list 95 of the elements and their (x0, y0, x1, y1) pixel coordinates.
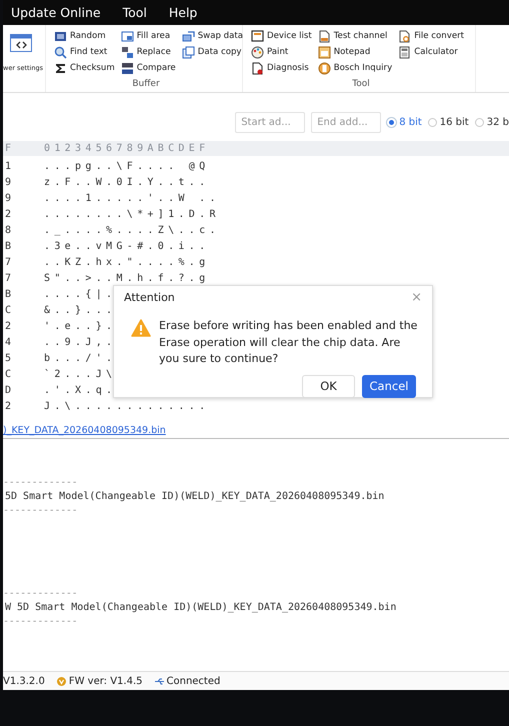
offset-cell-text: 9 (4, 176, 12, 188)
dialog-title: Attention (124, 291, 175, 304)
file-convert-icon (398, 30, 412, 42)
offset-cell-text: C (4, 304, 12, 316)
menu-item[interactable]: Tool (122, 5, 147, 20)
monitor-icon (251, 30, 264, 42)
offset-cell-text: B (4, 288, 12, 300)
ascii-cell: . . . . . . . . \ * + ] 1 . D . R (44, 208, 215, 220)
ascii-cell: . . 9 . J , . (44, 336, 112, 348)
group-label: Buffer (131, 79, 161, 89)
group-label: Tool (351, 79, 371, 89)
search-icon (54, 46, 67, 58)
ascii-cell: . . . . { | . (44, 288, 112, 300)
ascii-cell: . ' . X . q . (44, 384, 112, 396)
offset-cell-text: 1 (4, 160, 12, 172)
offset-cell-text: 8 (4, 224, 12, 236)
ok-button[interactable]: OK (302, 374, 355, 398)
usb-icon (154, 676, 164, 686)
compare-icon (120, 62, 134, 74)
ribbon-button[interactable]: Compare (136, 63, 176, 73)
ring-icon (318, 62, 331, 74)
document-icon (318, 30, 331, 42)
ribbon-button[interactable]: File convert (414, 31, 464, 41)
ascii-cell: J . \ . . . . . . . . . . . . . (44, 400, 204, 412)
ascii-cell: . _ . . . . % . . . . Z \ . . c . (44, 224, 215, 236)
file-tab[interactable]: )_KEY_DATA_20260408095349.bin (3, 425, 166, 438)
ascii-cell: b . . . / ' . (44, 352, 112, 364)
calculator-icon (398, 46, 412, 58)
cancel-button[interactable]: Cancel (362, 374, 416, 398)
ascii-cell: & . . } . . . (44, 304, 112, 316)
window-code-icon[interactable] (10, 34, 32, 52)
offset-cell-text: 2 (4, 400, 12, 412)
ascii-cell: z . F . . W . 0 I . Y . . t . . (44, 176, 204, 188)
ribbon-button[interactable]: Diagnosis (267, 63, 309, 73)
offset-cell-text: 5 (4, 352, 12, 364)
offset-cell-text: D (4, 384, 12, 396)
dash-line: ------------- (3, 616, 78, 627)
status-text: FW ver: V1.4.5 (68, 676, 142, 686)
replace-icon (120, 46, 134, 58)
radio-label[interactable]: 16 bit (440, 116, 469, 128)
offset-cell-text: 4 (4, 336, 12, 348)
ribbon-button[interactable]: Notepad (334, 47, 370, 57)
column-header: 0 1 2 3 4 5 6 7 8 9 A B C D E F (44, 143, 204, 154)
ascii-cell: . . . p g . . \ F . . . . @ Q (44, 160, 204, 172)
radio-label[interactable]: 32 b (486, 116, 509, 128)
dash-line: ------------- (3, 588, 78, 599)
offset-cell-text: 2 (4, 208, 12, 220)
radio-button[interactable] (428, 118, 437, 126)
menu-item[interactable]: Help (168, 5, 198, 20)
ribbon-button[interactable]: Bosch Inquiry (334, 63, 392, 73)
document-alert-icon (251, 62, 264, 74)
offset-cell-text: 7 (4, 272, 12, 284)
ribbon-button[interactable]: Fill area (136, 31, 170, 41)
radio-label[interactable]: 8 bit (399, 116, 422, 128)
sigma-icon (54, 62, 67, 74)
log-line: W 5D Smart Model(Changeable ID)(WELD)_KEY_DATA_20260408095349.bin (4, 602, 398, 613)
ribbon-button[interactable]: Random (70, 31, 106, 41)
status-text: Connected (166, 676, 220, 686)
ascii-cell: . 3 e . . v M G - # . 0 . i . . (44, 240, 204, 252)
badge-icon (56, 676, 66, 686)
ribbon-button[interactable]: Swap data (198, 31, 244, 41)
ribbon-button[interactable]: Checksum (70, 63, 115, 73)
copy-icon (182, 46, 195, 58)
palette-icon (251, 46, 264, 58)
notepad-icon (318, 46, 331, 58)
ascii-cell: . . K Z . h x . " . . . . % . g (44, 256, 204, 268)
offset-cell-text: 2 (4, 320, 12, 332)
offset-cell-text: C (4, 368, 12, 380)
dialog-message: Erase before writing has been enabled and the Erase operation will clear the chip data. Are you sure to continue? (159, 318, 418, 367)
menu-item[interactable]: Update Online (11, 5, 101, 20)
swap-icon (182, 30, 195, 42)
warning-icon (131, 319, 151, 337)
ribbon-button[interactable]: Paint (267, 47, 288, 57)
offset-cell-text: 9 (4, 192, 12, 204)
fill-area-icon (120, 30, 134, 42)
ascii-cell: S " . . > . . M . h . f . ? . g (44, 272, 204, 284)
ascii-cell: ` 2 . . . J \ (44, 368, 112, 380)
dash-line: ------------- (3, 477, 78, 488)
ribbon-button[interactable]: Test channel (334, 31, 388, 41)
status-text: V1.3.2.0 (3, 676, 45, 686)
log-line: 5D Smart Model(Changeable ID)(WELD)_KEY_DATA_20260408095349.bin (4, 491, 386, 502)
offset-cell-text: B (4, 240, 12, 252)
ascii-cell: . . . . 1 . . . . . ' . . W . . (44, 192, 215, 204)
radio-button[interactable] (474, 118, 484, 126)
ascii-cell: ' . e . . } . (44, 320, 112, 332)
address-field[interactable]: Start ad... (235, 112, 306, 132)
dash-line: ------------- (3, 505, 78, 516)
column-header: F (4, 143, 12, 154)
ribbon-button[interactable]: Find text (70, 47, 108, 57)
address-field[interactable]: End add... (311, 112, 382, 132)
ribbon-button[interactable]: Replace (136, 47, 171, 57)
offset-cell-text: 7 (4, 256, 12, 268)
ribbon-button[interactable]: Data copy (198, 47, 242, 57)
ribbon-button[interactable]: Calculator (414, 47, 458, 57)
ribbon-button[interactable]: Device list (267, 31, 312, 41)
